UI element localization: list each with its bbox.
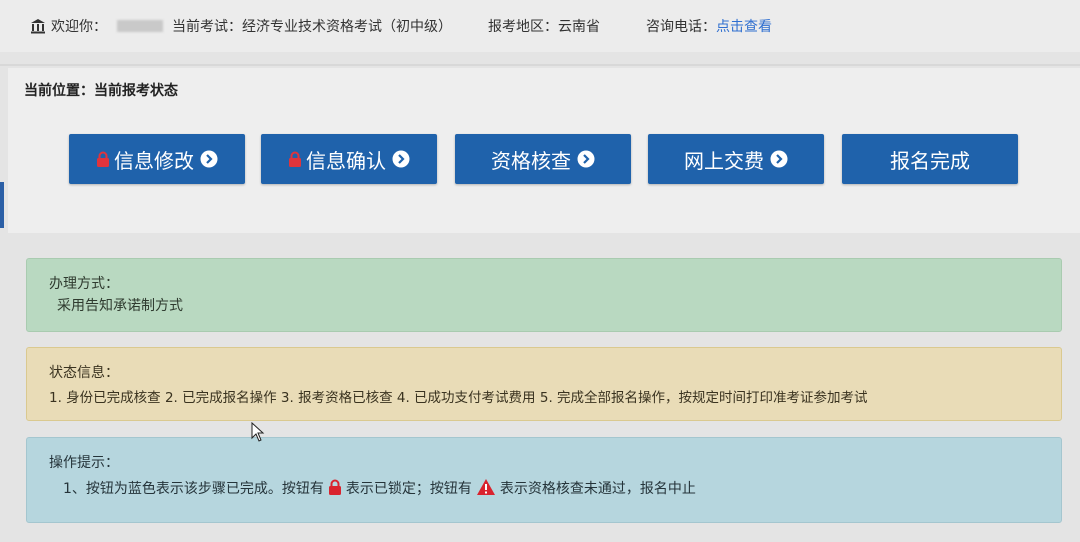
- status-panel: 当前位置：当前报考状态 信息修改 信息确认 资格核查 网上交费 报名完成: [8, 68, 1080, 233]
- tips-title: 操作提示：: [49, 455, 119, 471]
- bank-icon: [31, 19, 45, 34]
- status-title: 状态信息：: [49, 365, 119, 381]
- phone-info: 咨询电话： 点击查看: [646, 0, 772, 52]
- tips-text-part3: 表示资格核查未通过，报名中止: [499, 481, 696, 497]
- step-button-info-confirm[interactable]: 信息确认: [261, 134, 437, 184]
- exam-label: 当前考试：: [172, 19, 242, 35]
- arrow-right-circle-icon: [577, 150, 595, 168]
- phone-view-link[interactable]: 点击查看: [716, 16, 772, 36]
- tips-text-part1: 1、按钮为蓝色表示该步骤已完成。按钮有: [63, 481, 324, 497]
- region-value: 云南省: [558, 19, 600, 35]
- phone-label: 咨询电话：: [646, 19, 716, 35]
- step-button-info-edit[interactable]: 信息修改: [69, 134, 245, 184]
- lock-icon: [289, 151, 301, 167]
- step-button-online-payment[interactable]: 网上交费: [648, 134, 824, 184]
- region-label: 报考地区：: [488, 19, 558, 35]
- arrow-right-circle-icon: [392, 150, 410, 168]
- welcome-section: 欢迎你：: [30, 0, 163, 52]
- mouse-cursor-icon: [251, 422, 265, 442]
- status-text: 1. 身份已完成核查 2. 已完成报名操作 3. 报考资格已核查 4. 已成功支…: [49, 390, 868, 406]
- method-box: 办理方式： 采用告知承诺制方式: [26, 258, 1062, 332]
- warning-icon: [476, 479, 495, 495]
- method-title: 办理方式：: [49, 276, 119, 292]
- breadcrumb: 当前位置：当前报考状态: [24, 83, 178, 99]
- step-label: 资格核查: [491, 148, 571, 173]
- region-info: 报考地区： 云南省: [488, 0, 600, 52]
- step-label: 信息确认: [306, 148, 386, 173]
- status-info-box: 状态信息： 1. 身份已完成核查 2. 已完成报名操作 3. 报考资格已核查 4…: [26, 347, 1062, 421]
- arrow-right-circle-icon: [770, 150, 788, 168]
- lock-icon: [328, 479, 341, 495]
- step-label: 网上交费: [684, 148, 764, 173]
- user-name-redacted: [117, 20, 163, 32]
- lock-icon: [97, 151, 109, 167]
- exam-value: 经济专业技术资格考试（初中级）: [242, 19, 452, 35]
- tips-text-part2: 表示已锁定；按钮有: [345, 481, 472, 497]
- step-label: 信息修改: [114, 148, 194, 173]
- header-divider: [0, 64, 1080, 66]
- method-text: 采用告知承诺制方式: [57, 298, 183, 314]
- arrow-right-circle-icon: [200, 150, 218, 168]
- top-info-bar: 欢迎你： 当前考试： 经济专业技术资格考试（初中级） 报考地区： 云南省 咨询电…: [0, 0, 1080, 52]
- welcome-label: 欢迎你：: [51, 19, 107, 35]
- step-button-qualification-check[interactable]: 资格核查: [455, 134, 631, 184]
- tips-line: 1、按钮为蓝色表示该步骤已完成。按钮有 表示已锁定；按钮有 表示资格核查未通过，…: [63, 478, 696, 498]
- exam-info: 当前考试： 经济专业技术资格考试（初中级）: [172, 0, 452, 52]
- step-button-registration-complete[interactable]: 报名完成: [842, 134, 1018, 184]
- left-edge-tab[interactable]: [0, 182, 4, 228]
- tips-box: 操作提示： 1、按钮为蓝色表示该步骤已完成。按钮有 表示已锁定；按钮有 表示资格…: [26, 437, 1062, 523]
- step-label: 报名完成: [890, 148, 970, 173]
